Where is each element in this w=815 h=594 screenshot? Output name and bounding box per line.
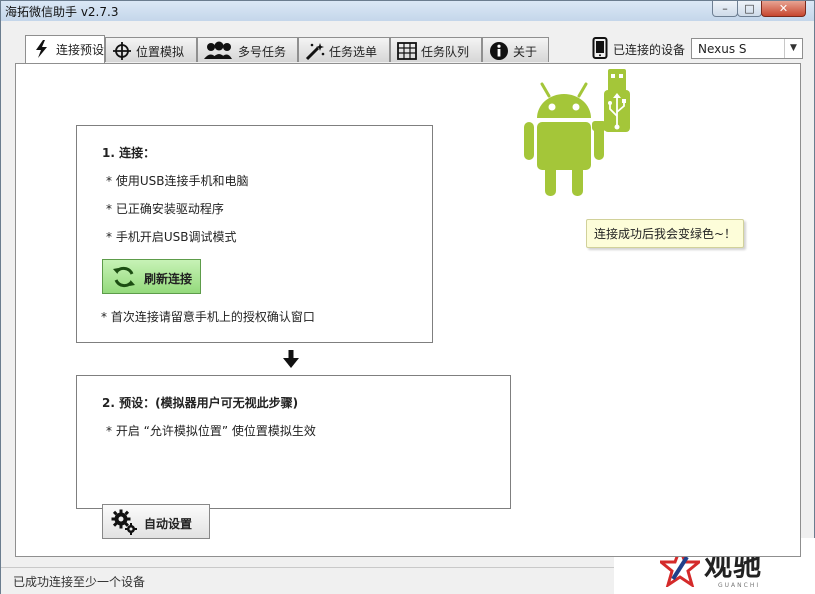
refresh-connection-button[interactable]: 刷新连接: [102, 259, 201, 294]
maximize-button[interactable]: □: [737, 1, 762, 17]
step1-connect-box: 1. 连接： * 使用USB连接手机和电脑 * 已正确安装驱动程序 * 手机开启…: [76, 125, 433, 343]
watermark-subtext: GUANCHI: [718, 582, 761, 589]
gears-icon: [111, 509, 137, 535]
tab-task-menu[interactable]: 任务选单: [298, 37, 390, 62]
magic-wand-icon: [305, 43, 325, 61]
step1-line: * 使用USB连接手机和电脑: [106, 174, 249, 188]
maximize-icon: □: [744, 2, 755, 15]
title-bar[interactable]: 海拓微信助手 v2.7.3 – □ ✕: [1, 1, 814, 21]
tab-label: 位置模拟: [136, 45, 185, 59]
tab-label: 关于: [513, 45, 538, 59]
auto-setup-button[interactable]: 自动设置: [102, 504, 210, 539]
chevron-down-icon[interactable]: ▼: [784, 39, 802, 58]
step1-note: * 首次连接请留意手机上的授权确认窗口: [101, 310, 315, 324]
tab-label: 连接预设: [56, 43, 105, 57]
auto-setup-button-label: 自动设置: [144, 517, 193, 531]
minimize-button[interactable]: –: [712, 1, 738, 17]
step1-line: * 已正确安装驱动程序: [106, 202, 224, 216]
tab-label: 任务队列: [421, 45, 470, 59]
tab-label: 任务选单: [329, 45, 378, 59]
table-icon: [397, 42, 417, 60]
window-title: 海拓微信助手 v2.7.3: [5, 5, 119, 19]
app-window: 海拓微信助手 v2.7.3 – □ ✕ 连接预设 位置模拟 多号任务 任务选单 …: [0, 0, 815, 594]
step1-line: * 手机开启USB调试模式: [106, 230, 237, 244]
users-icon: [204, 41, 232, 59]
refresh-icon: [113, 267, 135, 287]
connected-device-label: 已连接的设备: [613, 43, 686, 57]
lightning-icon: [36, 40, 47, 58]
tab-location-sim[interactable]: 位置模拟: [105, 37, 197, 62]
android-robot-icon: [524, 69, 630, 196]
refresh-button-label: 刷新连接: [144, 272, 193, 286]
tab-content-panel: 1. 连接： * 使用USB连接手机和电脑 * 已正确安装驱动程序 * 手机开启…: [15, 63, 801, 557]
minimize-icon: –: [722, 2, 728, 15]
step1-title: 1. 连接：: [102, 146, 156, 160]
status-text: 已成功连接至少一个设备: [13, 575, 146, 589]
device-dropdown[interactable]: Nexus S ▼: [691, 38, 803, 59]
arrow-down-icon: [283, 350, 299, 368]
tab-multi-account[interactable]: 多号任务: [197, 37, 298, 62]
step2-title: 2. 预设：(模拟器用户可无视此步骤): [102, 396, 299, 410]
step2-line: * 开启 “允许模拟位置” 使位置模拟生效: [106, 424, 316, 438]
info-icon: [490, 42, 508, 60]
crosshair-icon: [113, 42, 131, 60]
close-button[interactable]: ✕: [761, 1, 806, 17]
step2-preset-box: 2. 预设：(模拟器用户可无视此步骤) * 开启 “允许模拟位置” 使位置模拟生…: [76, 375, 511, 539]
phone-icon: [592, 37, 608, 59]
close-icon: ✕: [778, 2, 789, 15]
tab-task-queue[interactable]: 任务队列: [390, 37, 482, 62]
tab-label: 多号任务: [238, 45, 287, 59]
connection-tooltip: 连接成功后我会变绿色~！: [586, 219, 745, 248]
tab-about[interactable]: 关于: [482, 37, 549, 62]
tab-connect-preset[interactable]: 连接预设: [25, 35, 105, 63]
device-selected-value: Nexus S: [698, 42, 747, 56]
